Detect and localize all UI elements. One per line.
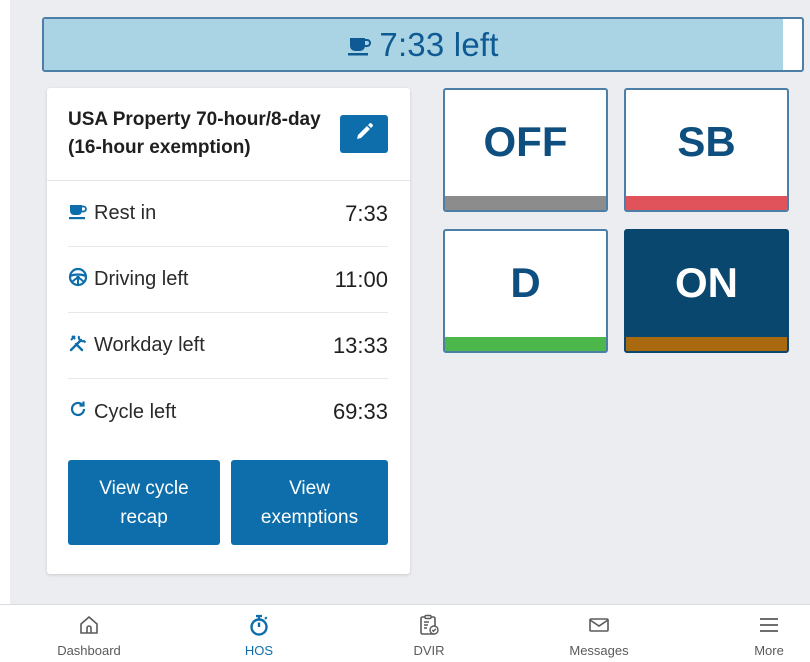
duty-status-label: D [510,259,541,306]
nav-more[interactable]: More [714,613,810,658]
tools-icon [68,333,88,359]
duty-status-label: SB [677,118,736,165]
duty-status-d-button[interactable]: D [443,229,608,353]
duty-status-sb-button[interactable]: SB [624,88,789,212]
envelope-icon [587,613,611,643]
duty-status-strip [445,337,606,351]
edit-ruleset-button[interactable] [340,115,388,153]
clock-row-driving: Driving left 11:00 [68,247,388,313]
clock-row-rest: Rest in 7:33 [68,181,388,247]
duty-status-label: ON [675,259,738,306]
view-cycle-recap-button[interactable]: View cycle recap [68,460,220,545]
nav-label: More [754,643,784,658]
duty-status-label: OFF [483,118,568,165]
home-icon [77,613,101,643]
view-exemptions-button[interactable]: View exemptions [231,460,388,545]
clock-value: 11:00 [334,266,388,292]
stopwatch-icon [247,613,271,643]
clock-row-cycle: Cycle left 69:33 [68,379,388,445]
pencil-icon [354,122,374,147]
remaining-time-label: 7:33 left [379,25,499,63]
bottom-navigation: Dashboard HOS DVIR Messages More [0,604,810,662]
nav-messages[interactable]: Messages [544,613,654,658]
clipboard-check-icon [417,613,441,643]
nav-label: Messages [569,643,629,658]
duty-status-strip [445,196,606,210]
nav-label: DVIR [413,643,445,658]
menu-icon [757,613,781,643]
duty-status-strip [626,337,787,351]
clock-value: 13:33 [332,332,388,358]
coffee-cup-icon [68,201,88,227]
coffee-cup-icon [347,26,372,64]
nav-dvir[interactable]: DVIR [374,613,484,658]
clock-label: Rest in [94,202,157,224]
nav-label: HOS [244,643,274,658]
cycle-icon [68,399,88,425]
nav-hos[interactable]: HOS [204,613,314,658]
clock-value: 7:33 [345,200,388,226]
hos-screen: 7:33 left USA Property 70-hour/8-day (16… [10,0,810,604]
steering-wheel-icon [68,267,88,293]
nav-label: Dashboard [57,643,121,658]
duty-status-on-button[interactable]: ON [624,229,789,353]
nav-dashboard[interactable]: Dashboard [34,613,144,658]
ruleset-title: USA Property 70-hour/8-day (16-hour exem… [68,109,321,158]
remaining-time-content: 7:33 left [44,19,802,70]
duty-status-strip [626,196,787,210]
remaining-time-bar: 7:33 left [42,17,804,72]
clock-label: Workday left [94,334,205,356]
clock-label: Driving left [94,268,189,290]
clock-row-workday: Workday left 13:33 [68,313,388,379]
ruleset-card: USA Property 70-hour/8-day (16-hour exem… [47,88,410,574]
ruleset-header: USA Property 70-hour/8-day (16-hour exem… [47,88,410,181]
duty-status-off-button[interactable]: OFF [443,88,608,212]
clock-label: Cycle left [94,400,177,423]
clock-value: 69:33 [332,399,388,424]
